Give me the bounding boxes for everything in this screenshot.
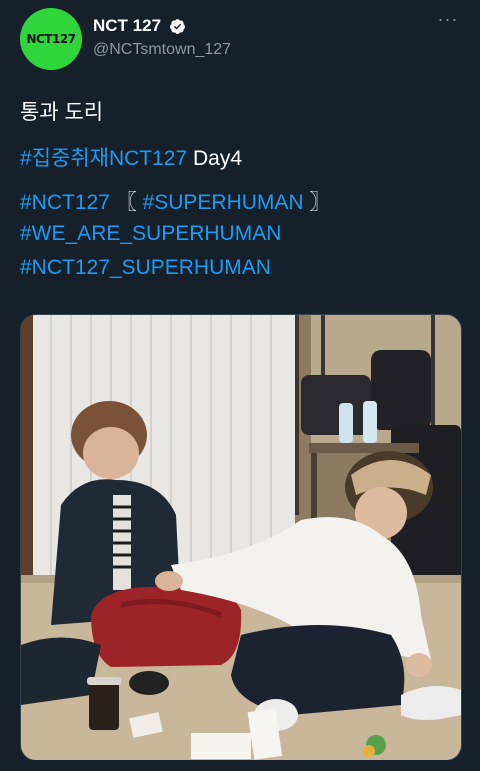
tweet-media-photo[interactable] — [20, 314, 462, 761]
tweet-text-day: Day4 — [187, 147, 243, 170]
more-options-icon[interactable]: ··· — [436, 10, 460, 32]
hashtag-link[interactable]: #SUPERHUMAN — [143, 191, 304, 214]
bottom-edge — [0, 760, 480, 771]
hashtag-link[interactable]: #NCT127_SUPERHUMAN — [20, 256, 271, 279]
display-name[interactable]: NCT 127 — [93, 16, 161, 36]
bracket-close: 〗 — [303, 191, 331, 214]
hashtag-link[interactable]: #집중취재NCT127 — [20, 147, 187, 170]
tweet-text-line-5: #NCT127_SUPERHUMAN — [20, 256, 271, 280]
tweet-text-line-1: 통과 도리 — [20, 101, 104, 124]
tweet-text-line-2: #집중취재NCT127 Day4 — [20, 142, 242, 172]
avatar[interactable]: NCT127 — [20, 8, 82, 70]
hashtag-link[interactable]: #NCT127 — [20, 191, 110, 214]
tweet-header: NCT127 NCT 127 @NCTsmtown_127 ··· — [20, 8, 460, 70]
tweet-text-line-3: #NCT127 〖 #SUPERHUMAN 〗 — [20, 186, 330, 216]
verified-badge-icon — [170, 18, 186, 34]
bracket-open: 〖 — [109, 191, 143, 214]
photo-illustration — [21, 315, 461, 760]
tweet-text-line-4: #WE_ARE_SUPERHUMAN — [20, 222, 281, 246]
author-block: NCT 127 @NCTsmtown_127 — [93, 16, 231, 59]
avatar-logo-text: NCT127 — [26, 32, 76, 46]
username-handle[interactable]: @NCTsmtown_127 — [93, 41, 231, 59]
hashtag-link[interactable]: #WE_ARE_SUPERHUMAN — [20, 222, 281, 245]
